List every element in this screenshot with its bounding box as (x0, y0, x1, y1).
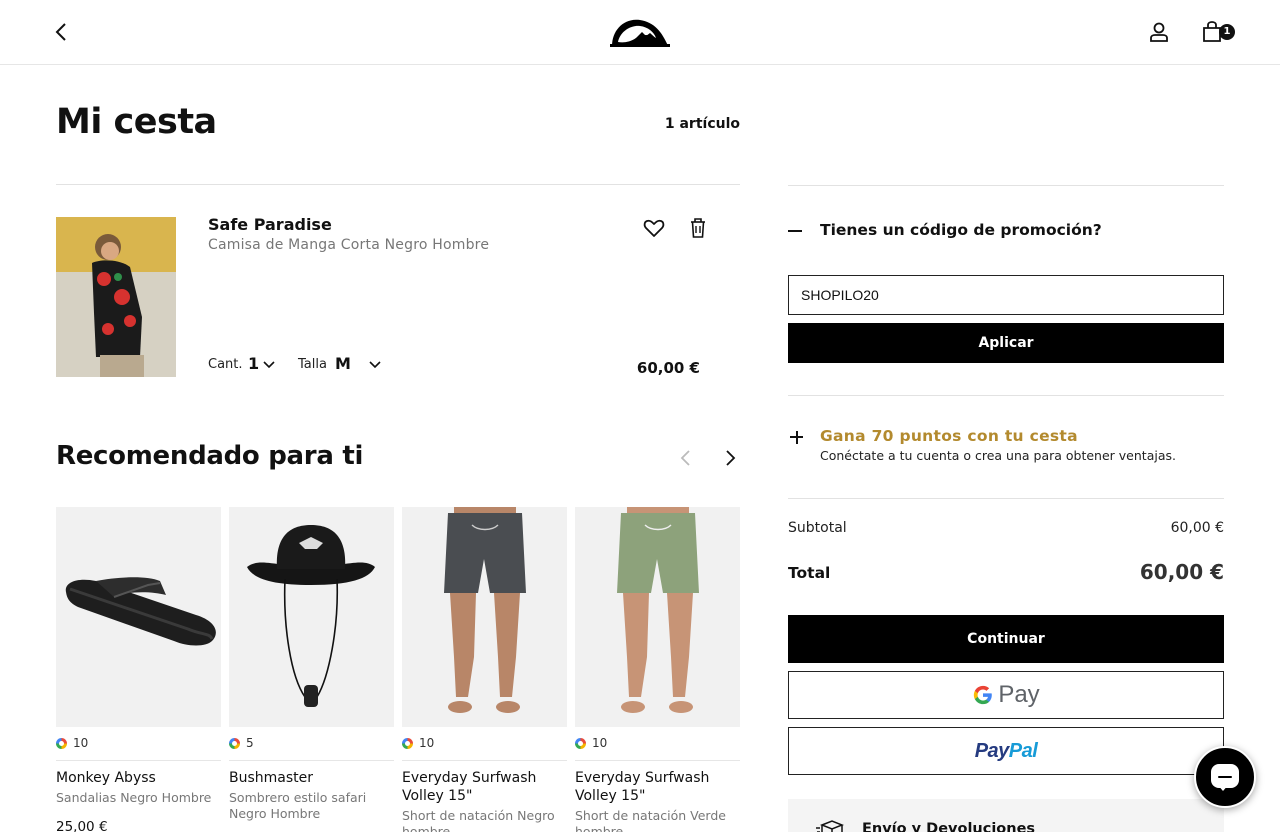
product-card[interactable]: 10 Everyday Surfwash Volley 15" Short de… (402, 507, 567, 832)
product-image[interactable] (575, 507, 740, 727)
chat-button[interactable] (1194, 746, 1256, 808)
paypal-logo: PayPal (974, 739, 1038, 762)
recommended-title: Recomendado para ti (56, 441, 364, 471)
size-label: Talla (298, 357, 327, 372)
promo-code-title: Tienes un código de promoción? (820, 221, 1102, 239)
loyalty-points-title: Gana 70 puntos con tu cesta (820, 427, 1078, 445)
total-label: Total (788, 564, 831, 582)
size-value[interactable]: M (335, 354, 351, 373)
chevron-left-icon (55, 23, 66, 41)
points-value: 10 (419, 736, 435, 750)
cart-item-name[interactable]: Safe Paradise (208, 215, 332, 234)
divider (788, 185, 1224, 186)
points-icon (402, 737, 413, 749)
product-name[interactable]: Bushmaster (229, 769, 394, 787)
trash-icon (691, 218, 705, 238)
shipping-returns-section[interactable]: Envío y Devoluciones (788, 799, 1224, 832)
points-value: 10 (592, 736, 608, 750)
box-icon (816, 820, 844, 832)
quantity-dropdown[interactable] (262, 357, 276, 371)
carousel-next-button[interactable] (720, 448, 740, 468)
divider (402, 760, 567, 761)
shipping-returns-title: Envío y Devoluciones (862, 821, 1036, 832)
total-value: 60,00 € (1139, 560, 1224, 584)
product-image[interactable] (56, 507, 221, 727)
chevron-down-icon (369, 361, 381, 369)
minus-icon (788, 230, 802, 232)
quantity-label: Cant. (208, 357, 243, 372)
promo-code-input[interactable] (788, 275, 1224, 315)
product-name[interactable]: Monkey Abyss (56, 769, 221, 787)
delete-item-button[interactable] (687, 216, 709, 240)
product-name[interactable]: Everyday Surfwash Volley 15" (402, 769, 567, 805)
cart-item-image[interactable] (56, 217, 176, 377)
cart-item-count: 1 artículo (664, 116, 740, 132)
paypal-button[interactable]: PayPal (788, 727, 1224, 775)
apply-promo-button[interactable]: Aplicar (788, 323, 1224, 363)
google-pay-label: Pay (998, 681, 1040, 708)
card-points: 10 (575, 735, 607, 751)
divider (788, 498, 1224, 499)
heart-icon (643, 219, 665, 237)
divider (229, 760, 394, 761)
points-value: 10 (73, 736, 89, 750)
divider (56, 184, 740, 185)
points-value: 5 (246, 736, 254, 750)
card-points: 5 (229, 735, 254, 751)
card-points: 10 (402, 735, 434, 751)
product-price: 25,00 € (56, 819, 108, 832)
cart-count-badge: 1 (1219, 24, 1235, 40)
product-subtitle: Short de natación Verde hombre (575, 808, 726, 832)
carousel-prev-button[interactable] (676, 448, 696, 468)
loyalty-points-subtitle: Conéctate a tu cuenta o crea una para ob… (820, 448, 1176, 463)
page-title: Mi cesta (56, 102, 217, 142)
product-subtitle: Sombrero estilo safari Negro Hombre (229, 790, 367, 821)
card-points: 10 (56, 735, 88, 751)
cart-button[interactable]: 1 (1201, 20, 1237, 46)
loyalty-points-toggle[interactable]: Gana 70 puntos con tu cesta Conéctate a … (788, 426, 1224, 470)
quantity-value[interactable]: 1 (248, 354, 259, 373)
product-image[interactable] (402, 507, 567, 727)
quiksilver-logo[interactable] (610, 16, 670, 48)
product-card[interactable]: 10 Monkey Abyss Sandalias Negro Hombre 2… (56, 507, 221, 832)
points-icon (56, 737, 67, 749)
divider (575, 760, 740, 761)
product-name[interactable]: Everyday Surfwash Volley 15" (575, 769, 740, 805)
google-g-icon (974, 685, 993, 705)
chevron-right-icon (726, 450, 736, 466)
points-icon (229, 737, 240, 749)
chevron-down-icon (263, 361, 275, 369)
site-header: 1 (0, 0, 1280, 65)
cart-item-description: Camisa de Manga Corta Negro Hombre (208, 237, 490, 253)
continue-button[interactable]: Continuar (788, 615, 1224, 663)
product-card[interactable]: 5 Bushmaster Sombrero estilo safari Negr… (229, 507, 394, 832)
product-image[interactable] (229, 507, 394, 727)
product-subtitle: Sandalias Negro Hombre (56, 790, 212, 805)
points-icon (575, 737, 586, 749)
wishlist-button[interactable] (642, 216, 666, 240)
back-button[interactable] (50, 20, 74, 44)
product-card[interactable]: 10 Everyday Surfwash Volley 15" Short de… (575, 507, 740, 832)
promo-code-toggle[interactable]: Tienes un código de promoción? (788, 220, 1224, 244)
divider (56, 760, 221, 761)
user-icon (1150, 22, 1168, 42)
account-button[interactable] (1147, 20, 1171, 44)
google-pay-button[interactable]: Pay (788, 671, 1224, 719)
subtotal-value: 60,00 € (1170, 520, 1224, 536)
subtotal-label: Subtotal (788, 520, 847, 536)
divider (788, 395, 1224, 396)
chevron-left-icon (680, 450, 690, 466)
size-dropdown[interactable] (368, 357, 382, 371)
cart-item-price: 60,00 € (636, 359, 700, 377)
product-subtitle: Short de natación Negro hombre (402, 808, 555, 832)
